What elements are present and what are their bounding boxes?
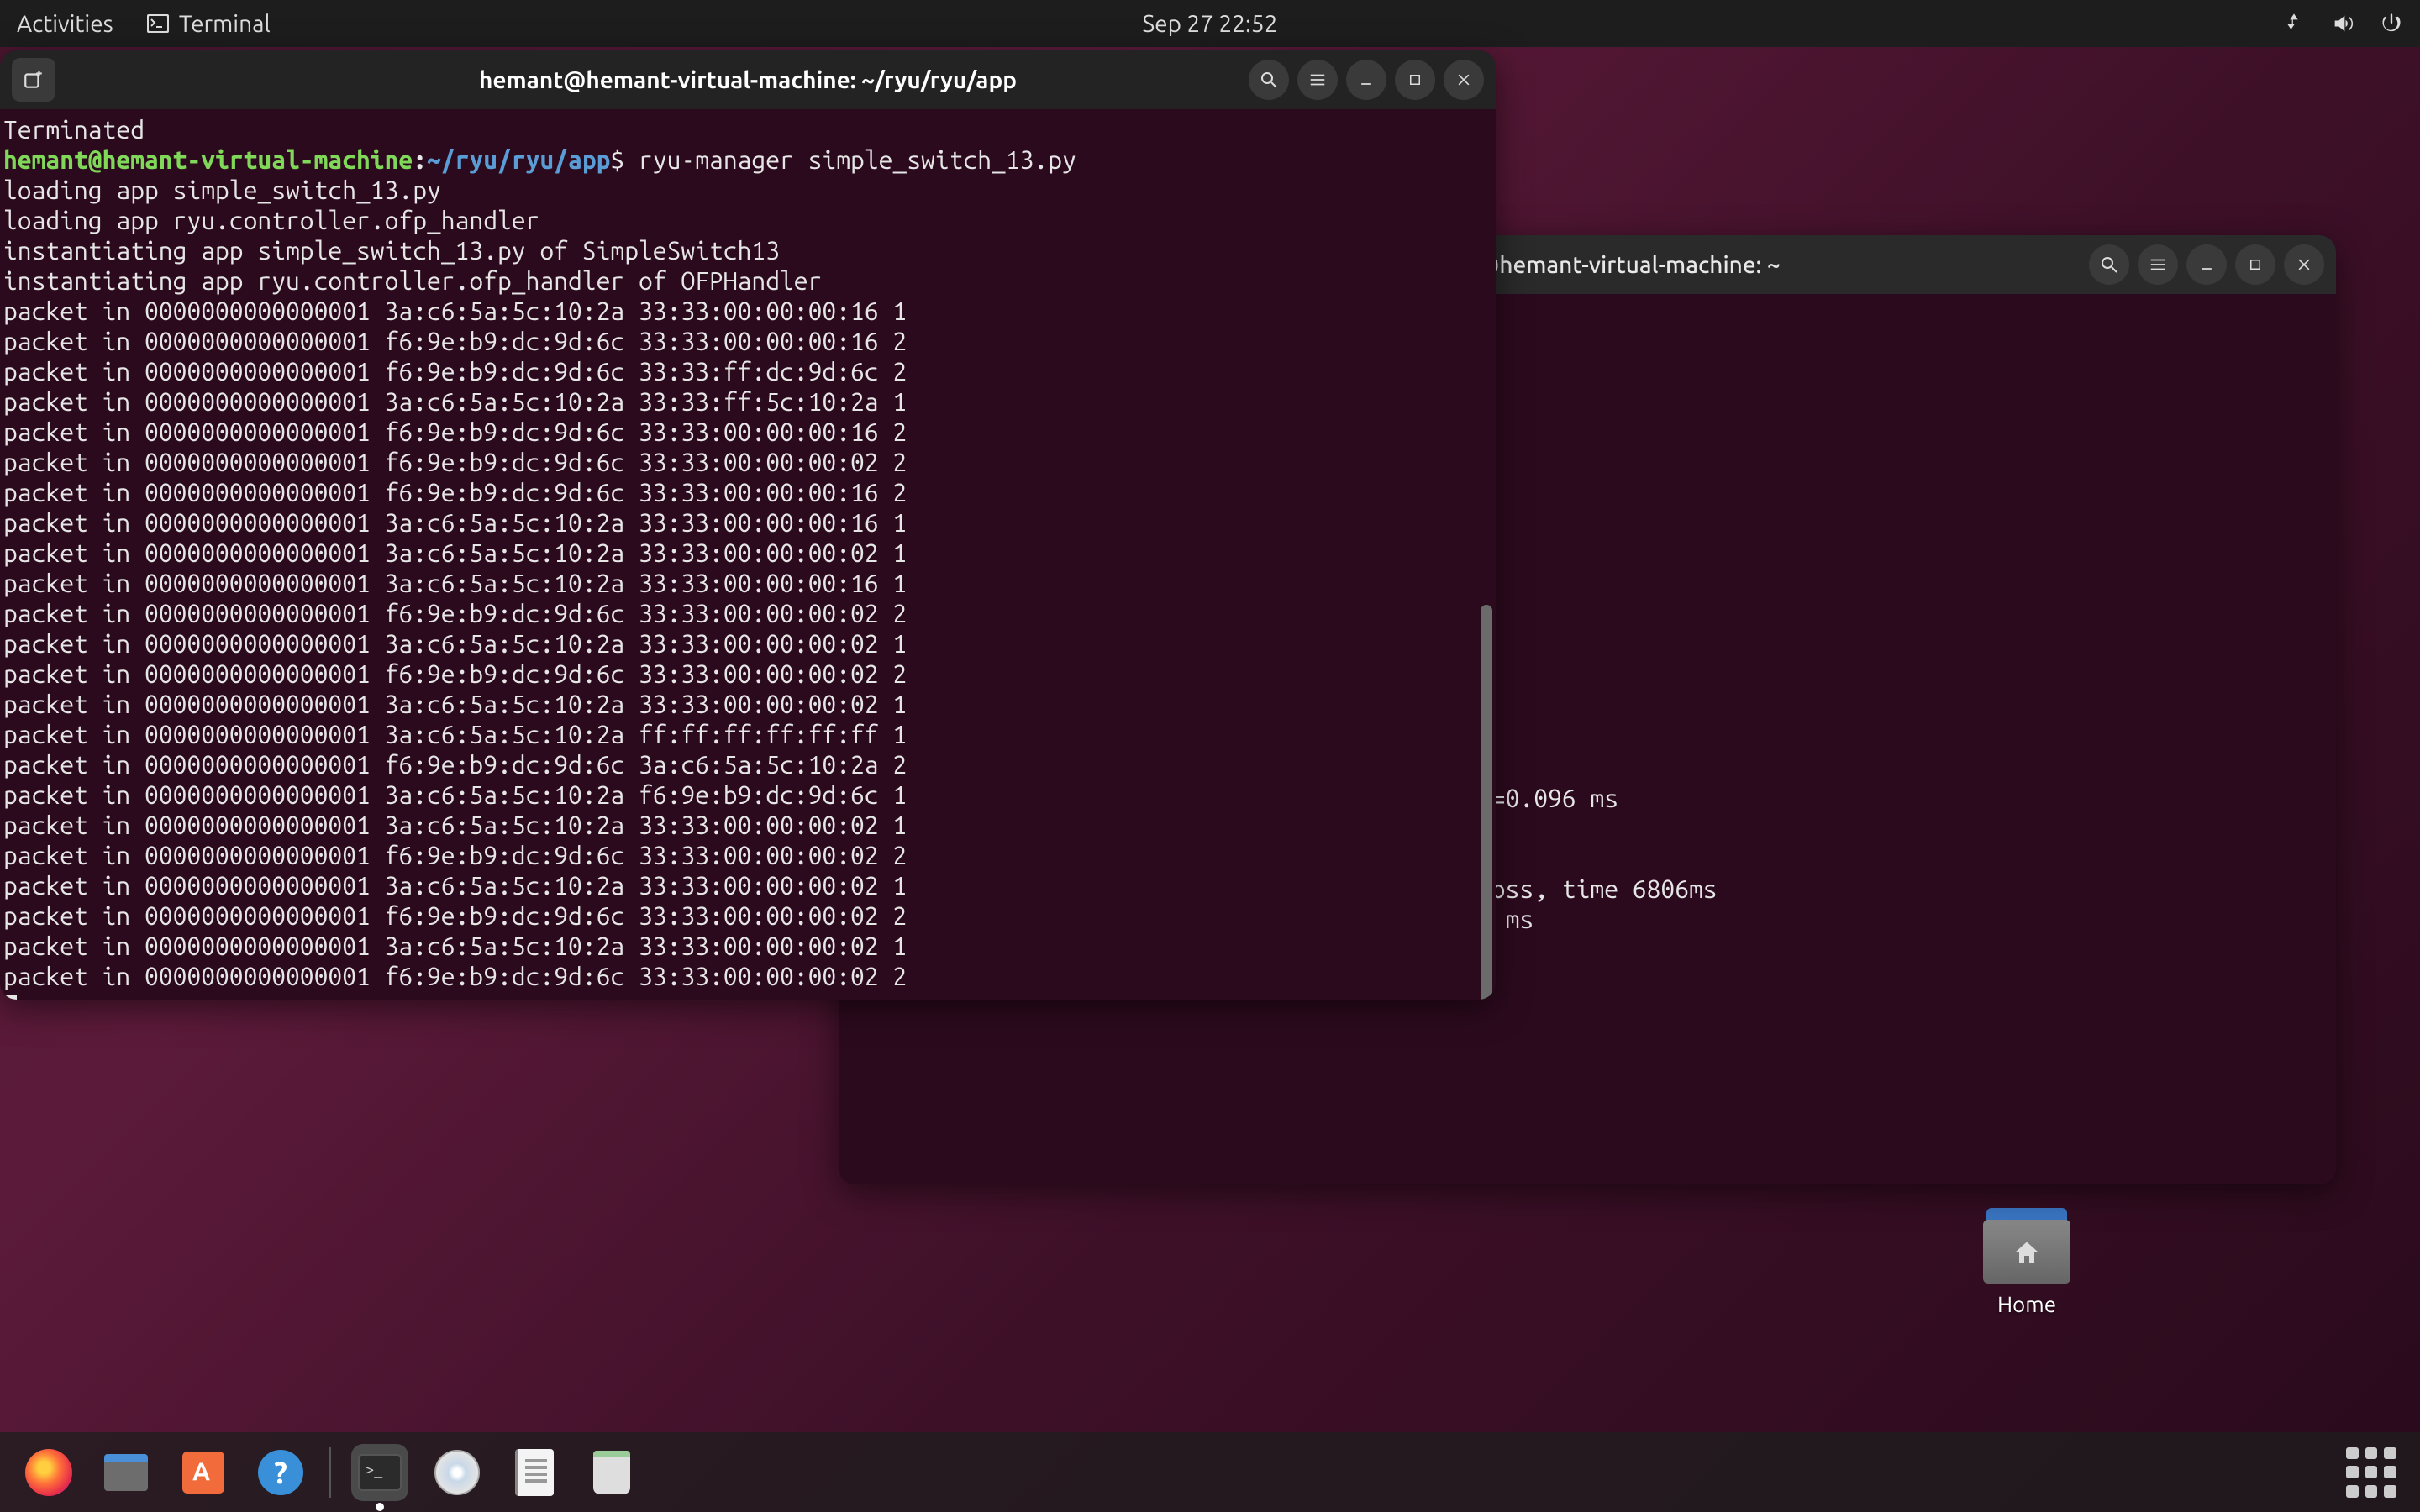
minimize-icon [1358,71,1375,88]
gnome-topbar: Activities Terminal Sep 27 22:52 [0,0,2420,47]
terminal-app-icon [147,14,169,33]
new-tab-button[interactable] [12,58,55,102]
close-icon [2296,256,2312,273]
help-icon: ? [258,1450,303,1495]
maximize-button[interactable] [1395,60,1435,100]
firefox-icon [25,1449,72,1496]
text-editor-icon [515,1449,554,1496]
volume-icon[interactable] [2331,12,2354,35]
apps-grid-icon [2346,1447,2396,1498]
terminal-window-ryu[interactable]: hemant@hemant-virtual-machine: ~/ryu/ryu… [0,50,1496,1000]
files-icon [104,1454,148,1491]
search-icon [1259,70,1279,90]
minimize-button[interactable] [2186,244,2227,285]
trash-icon [593,1451,630,1494]
desktop-home-label: Home [1976,1292,2077,1316]
maximize-button[interactable] [2235,244,2275,285]
activities-button[interactable]: Activities [17,11,113,37]
terminal1-titlebar[interactable]: hemant@hemant-virtual-machine: ~/ryu/ryu… [0,50,1496,109]
app-menu-label: Terminal [179,11,271,37]
clock[interactable]: Sep 27 22:52 [1143,11,1278,37]
network-icon[interactable] [2282,12,2306,35]
minimize-icon [2198,256,2215,273]
terminal1-output[interactable]: Terminated hemant@hemant-virtual-machine… [0,109,1496,1000]
app-menu[interactable]: Terminal [147,11,271,37]
dock-disc[interactable] [429,1444,486,1501]
hamburger-button[interactable] [2138,244,2178,285]
dock-text-editor[interactable] [506,1444,563,1501]
folder-icon [1983,1208,2070,1284]
dock-trash[interactable] [583,1444,640,1501]
terminal-icon [358,1454,402,1491]
minimize-button[interactable] [1346,60,1386,100]
terminal1-title: hemant@hemant-virtual-machine: ~/ryu/ryu… [479,67,1017,93]
home-glyph-icon [2012,1238,2042,1268]
hamburger-icon [1308,71,1327,89]
dock-separator [329,1447,331,1498]
close-button[interactable] [2284,244,2324,285]
desktop-home-icon[interactable]: Home [1976,1208,2077,1316]
hamburger-button[interactable] [1297,60,1338,100]
dock-terminal[interactable] [351,1444,408,1501]
maximize-icon [1407,72,1423,87]
dock-software[interactable] [175,1444,232,1501]
power-icon[interactable] [2380,12,2403,35]
maximize-icon [2248,257,2263,272]
software-icon [182,1452,224,1494]
search-button[interactable] [2089,244,2129,285]
dock-firefox[interactable] [20,1444,77,1501]
hamburger-icon [2149,255,2167,274]
dock-show-apps[interactable] [2343,1444,2400,1501]
search-button[interactable] [1249,60,1289,100]
dock: ? [0,1432,2420,1512]
close-button[interactable] [1444,60,1484,100]
dock-files[interactable] [97,1444,155,1501]
close-icon [1455,71,1472,88]
disc-icon [434,1450,480,1495]
dock-help[interactable]: ? [252,1444,309,1501]
search-icon [2099,255,2119,275]
new-tab-icon [23,69,45,91]
scrollbar-thumb[interactable] [1481,605,1492,1000]
